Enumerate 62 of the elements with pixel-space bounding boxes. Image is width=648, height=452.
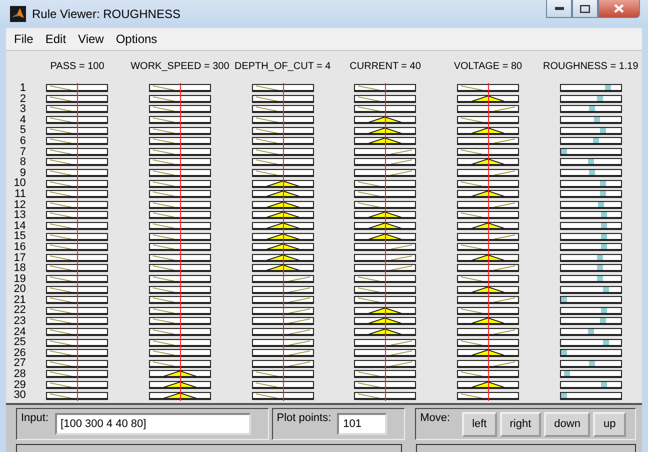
plot-points-field[interactable]: 101 [337, 413, 388, 435]
variable-label: CURRENT = 40 [350, 60, 421, 74]
plot-points-label: Plot points: [276, 412, 332, 424]
variable-label: WORK_SPEED = 300 [130, 60, 230, 74]
rule-number: 14 [12, 220, 26, 232]
move-label: Move: [420, 412, 450, 424]
rule-number: 1 [18, 83, 26, 94]
rule-number: 16 [12, 242, 26, 252]
rule-number: 18 [12, 263, 26, 274]
move-button[interactable]: down [544, 412, 590, 436]
rule-number: 11 [14, 188, 26, 200]
rule-number: 12 [12, 200, 26, 210]
window-title: Rule Viewer: ROUGHNESS [32, 7, 182, 21]
menu-item[interactable]: Edit [39, 32, 72, 46]
move-button[interactable]: right [500, 412, 542, 436]
rule-number: 4 [18, 114, 26, 126]
rule-number: 28 [12, 369, 26, 380]
rule-number: 15 [12, 231, 26, 242]
rule-number: 27 [12, 358, 26, 370]
minimize-button[interactable] [546, 0, 572, 18]
input-value-line[interactable] [77, 83, 78, 401]
input-label: Input: [21, 412, 49, 424]
variable-label: PASS = 100 [50, 60, 104, 74]
rule-number: 7 [18, 146, 26, 158]
menu-item[interactable]: File [8, 32, 40, 46]
rule-number: 26 [12, 348, 26, 358]
move-button[interactable]: left [462, 412, 497, 436]
rule-number: 21 [12, 294, 26, 306]
rule-number: 5 [18, 125, 26, 136]
input-value-line[interactable] [385, 83, 386, 401]
rule-number: 2 [18, 94, 26, 104]
rule-number: 25 [12, 337, 26, 348]
app-logo-icon [10, 6, 26, 22]
rule-number: 29 [12, 380, 26, 390]
rule-number: 20 [12, 284, 26, 295]
minimize-icon [554, 7, 564, 10]
input-field[interactable]: [100 300 4 40 80] [54, 413, 251, 435]
input-value-line[interactable] [282, 83, 284, 401]
input-value-line[interactable] [180, 83, 181, 401]
menu-item[interactable]: Options [110, 32, 164, 46]
rule-number: 8 [18, 157, 26, 168]
variable-label: ROUGHNESS = 1.19 [542, 60, 638, 74]
close-icon [614, 4, 624, 13]
move-button[interactable]: up [593, 412, 626, 436]
maximize-button[interactable] [572, 0, 598, 18]
rule-number: 6 [18, 136, 26, 147]
rule-number: 19 [12, 274, 26, 284]
rule-number: 30 [12, 390, 26, 401]
input-value-line[interactable] [488, 83, 489, 401]
rule-number: 23 [12, 316, 26, 327]
rule-number: 17 [12, 252, 26, 264]
rule-number: 22 [12, 305, 26, 316]
rule-number: 9 [20, 168, 26, 178]
rule-number: 3 [18, 104, 26, 115]
maximize-icon [580, 4, 590, 12]
variable-label: DEPTH_OF_CUT = 4 [234, 60, 331, 74]
rule-number: 24 [12, 326, 26, 338]
variable-label: VOLTAGE = 80 [454, 60, 522, 74]
rule-number: 13 [12, 210, 26, 221]
menu-item[interactable]: View [72, 32, 110, 46]
rule-number: 10 [12, 178, 26, 189]
close-button[interactable] [598, 0, 640, 18]
